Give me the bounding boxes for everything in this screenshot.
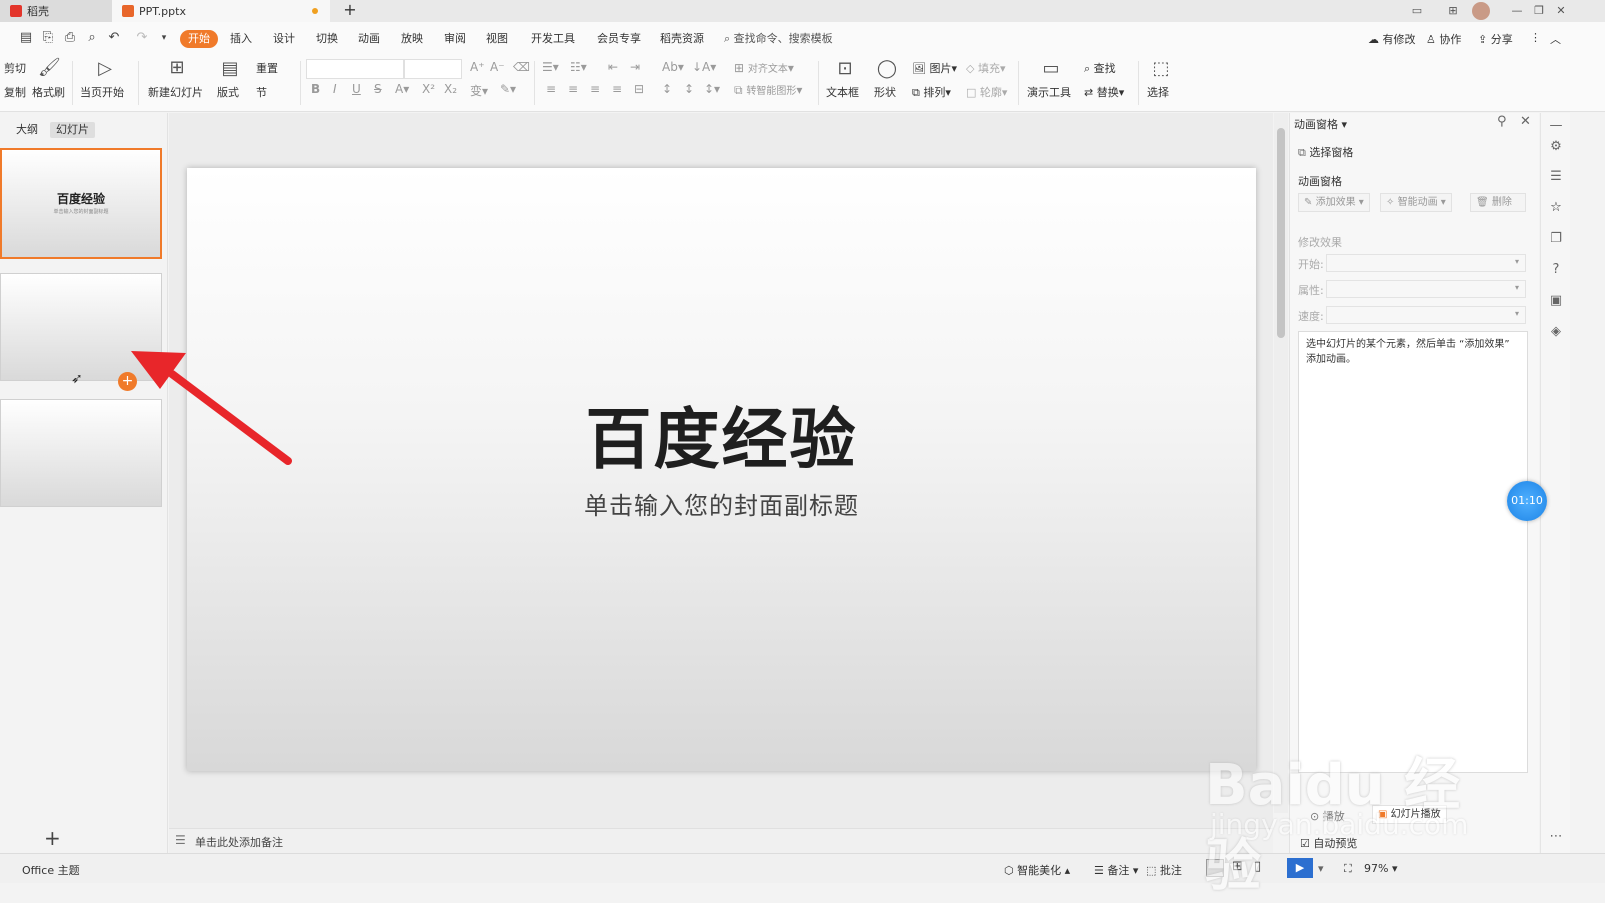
- red-arrow-annotation: [131, 351, 292, 465]
- arrow-shaft: [168, 370, 292, 465]
